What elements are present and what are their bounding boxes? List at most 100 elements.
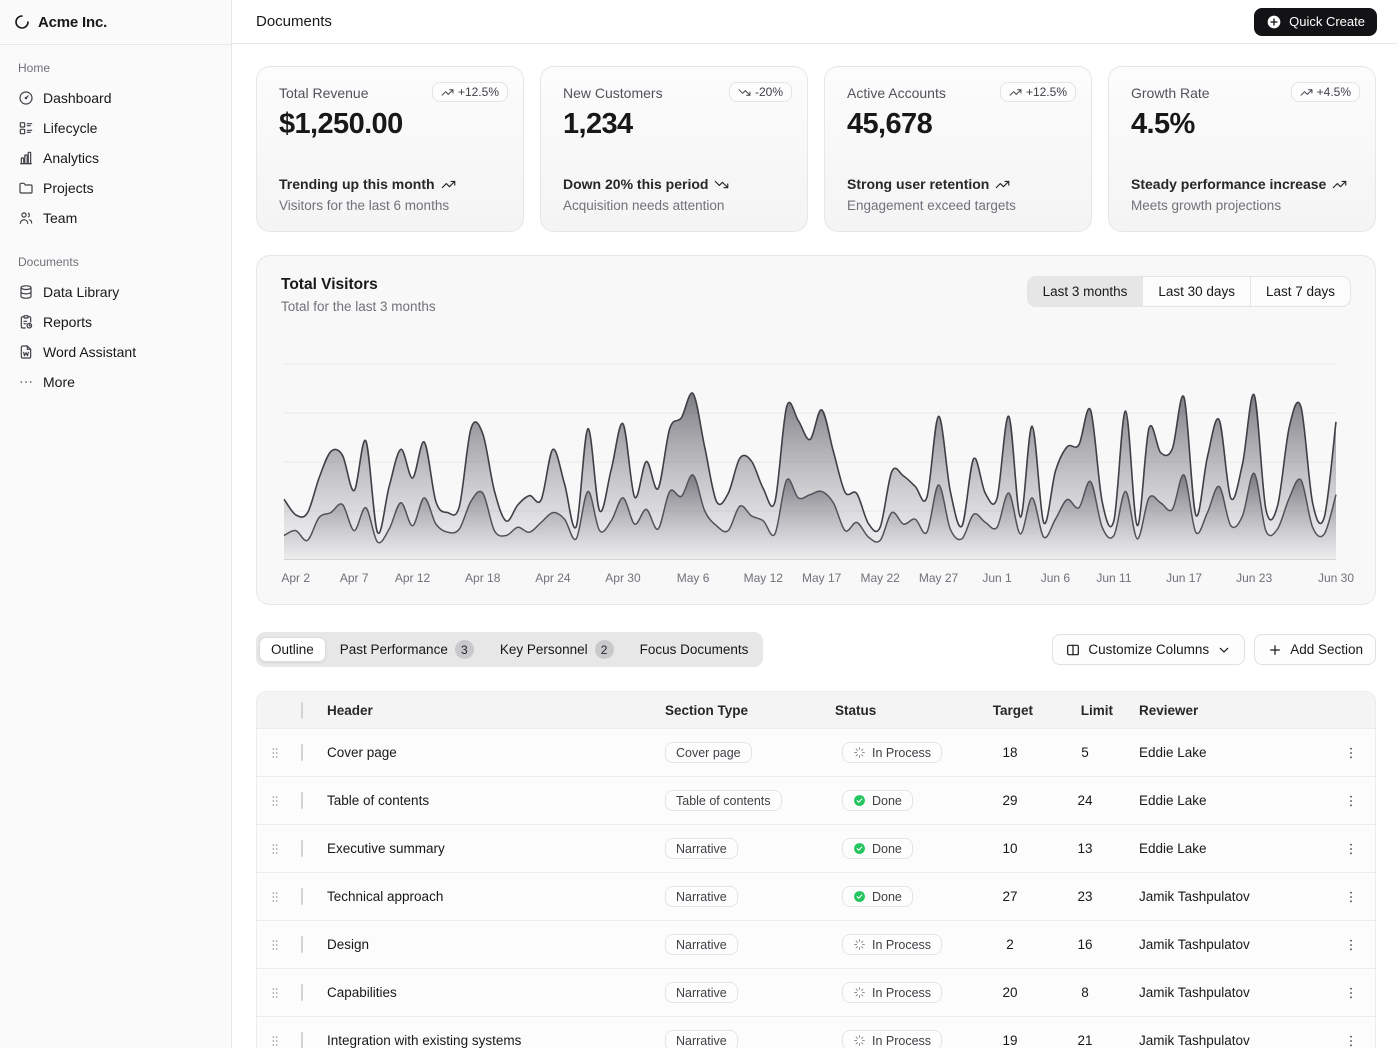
tab-count-badge: 3	[455, 640, 474, 659]
x-tick-label: Jun 1	[982, 571, 1011, 585]
row-header-link[interactable]: Executive summary	[327, 841, 665, 856]
drag-handle[interactable]	[257, 841, 293, 857]
row-checkbox[interactable]	[301, 888, 303, 905]
row-checkbox[interactable]	[301, 936, 303, 953]
row-checkbox[interactable]	[301, 1032, 303, 1048]
section-type-badge: Narrative	[665, 838, 738, 859]
grip-icon	[267, 889, 283, 905]
stat-card-value: 1,234	[563, 108, 787, 141]
target-value[interactable]: 20	[975, 985, 1045, 1000]
target-value[interactable]: 19	[975, 1033, 1045, 1048]
trending-up-icon	[441, 86, 454, 99]
target-value[interactable]: 27	[975, 889, 1045, 904]
limit-value[interactable]: 16	[1045, 937, 1125, 952]
row-header-link[interactable]: Cover page	[327, 745, 665, 760]
limit-value[interactable]: 13	[1045, 841, 1125, 856]
row-menu-button[interactable]	[1337, 979, 1365, 1007]
sidebar-item-more[interactable]: More	[10, 367, 221, 397]
row-header-link[interactable]: Table of contents	[327, 793, 665, 808]
row-checkbox[interactable]	[301, 984, 303, 1001]
status-badge: In Process	[842, 1030, 942, 1048]
stat-card-value: $1,250.00	[279, 108, 503, 141]
x-axis-ticks: Apr 2Apr 7Apr 12Apr 18Apr 24Apr 30May 6M…	[284, 571, 1336, 587]
stat-cards: Total Revenue +12.5% $1,250.00 Trending …	[256, 66, 1376, 232]
row-header-link[interactable]: Technical approach	[327, 889, 665, 904]
row-header-link[interactable]: Integration with existing systems	[327, 1033, 665, 1048]
limit-value[interactable]: 21	[1045, 1033, 1125, 1048]
range-last-3-months[interactable]: Last 3 months	[1028, 277, 1143, 306]
limit-value[interactable]: 8	[1045, 985, 1125, 1000]
list-details-icon	[18, 120, 34, 136]
sidebar-item-dashboard[interactable]: Dashboard	[10, 83, 221, 113]
tab-focus-documents[interactable]: Focus Documents	[628, 637, 761, 662]
tab-count-badge: 2	[595, 640, 614, 659]
sidebar-item-reports[interactable]: Reports	[10, 307, 221, 337]
target-value[interactable]: 18	[975, 745, 1045, 760]
sidebar-item-data-library[interactable]: Data Library	[10, 277, 221, 307]
limit-value[interactable]: 24	[1045, 793, 1125, 808]
row-menu-button[interactable]	[1337, 739, 1365, 767]
drag-handle[interactable]	[257, 937, 293, 953]
sidebar-item-projects[interactable]: Projects	[10, 173, 221, 203]
page-title: Documents	[256, 13, 332, 30]
sidebar-item-lifecycle[interactable]: Lifecycle	[10, 113, 221, 143]
sidebar-item-word-assistant[interactable]: Word Assistant	[10, 337, 221, 367]
target-value[interactable]: 29	[975, 793, 1045, 808]
sidebar-item-team[interactable]: Team	[10, 203, 221, 233]
section-type-badge: Table of contents	[665, 790, 782, 811]
row-menu-button[interactable]	[1337, 1027, 1365, 1048]
trend-badge: +12.5%	[432, 82, 508, 102]
check-circle-icon	[853, 794, 866, 807]
section-type-badge: Narrative	[665, 934, 738, 955]
row-checkbox[interactable]	[301, 792, 303, 809]
tab-outline[interactable]: Outline	[259, 637, 326, 662]
grip-icon	[267, 841, 283, 857]
stat-card-footer-sub: Meets growth projections	[1131, 198, 1355, 213]
col-target: Target	[975, 703, 1045, 718]
sidebar-item-label: Projects	[43, 180, 94, 196]
row-menu-button[interactable]	[1337, 883, 1365, 911]
sidebar-nav: Home Dashboard Lifecycle Analytics Proje…	[0, 45, 231, 419]
row-menu-button[interactable]	[1337, 931, 1365, 959]
drag-handle[interactable]	[257, 889, 293, 905]
circle-plus-icon	[1266, 14, 1282, 30]
drag-handle[interactable]	[257, 1033, 293, 1048]
row-menu-button[interactable]	[1337, 787, 1365, 815]
add-section-button[interactable]: Add Section	[1254, 634, 1376, 665]
brand-name: Acme Inc.	[38, 14, 107, 31]
time-range-toggle: Last 3 monthsLast 30 daysLast 7 days	[1027, 276, 1351, 307]
range-last-30-days[interactable]: Last 30 days	[1142, 277, 1250, 306]
reviewer-value: Jamik Tashpulatov	[1125, 889, 1335, 904]
row-menu-button[interactable]	[1337, 835, 1365, 863]
limit-value[interactable]: 5	[1045, 745, 1125, 760]
row-header-link[interactable]: Capabilities	[327, 985, 665, 1000]
drag-handle[interactable]	[257, 745, 293, 761]
x-tick-label: May 27	[919, 571, 958, 585]
section-type-badge: Narrative	[665, 886, 738, 907]
sidebar-item-label: Word Assistant	[43, 344, 136, 360]
reviewer-value: Jamik Tashpulatov	[1125, 1033, 1335, 1048]
quick-create-button[interactable]: Quick Create	[1254, 8, 1377, 36]
drag-handle[interactable]	[257, 985, 293, 1001]
range-last-7-days[interactable]: Last 7 days	[1250, 277, 1350, 306]
brand[interactable]: Acme Inc.	[0, 0, 231, 44]
row-checkbox[interactable]	[301, 840, 303, 857]
sidebar-item-analytics[interactable]: Analytics	[10, 143, 221, 173]
x-tick-label: Apr 30	[605, 571, 640, 585]
loader-icon	[853, 1034, 866, 1047]
section-type-badge: Narrative	[665, 1030, 738, 1048]
row-header-link[interactable]: Design	[327, 937, 665, 952]
folder-icon	[18, 180, 34, 196]
sidebar-section: Home Dashboard Lifecycle Analytics Proje…	[10, 53, 221, 233]
limit-value[interactable]: 23	[1045, 889, 1125, 904]
tab-key-personnel[interactable]: Key Personnel 2	[488, 635, 626, 664]
select-all-checkbox[interactable]	[301, 702, 303, 719]
status-badge: Done	[842, 790, 913, 811]
target-value[interactable]: 2	[975, 937, 1045, 952]
row-checkbox[interactable]	[301, 744, 303, 761]
x-tick-label: Jun 6	[1041, 571, 1070, 585]
drag-handle[interactable]	[257, 793, 293, 809]
target-value[interactable]: 10	[975, 841, 1045, 856]
customize-columns-button[interactable]: Customize Columns	[1052, 634, 1245, 665]
tab-past-performance[interactable]: Past Performance 3	[328, 635, 486, 664]
